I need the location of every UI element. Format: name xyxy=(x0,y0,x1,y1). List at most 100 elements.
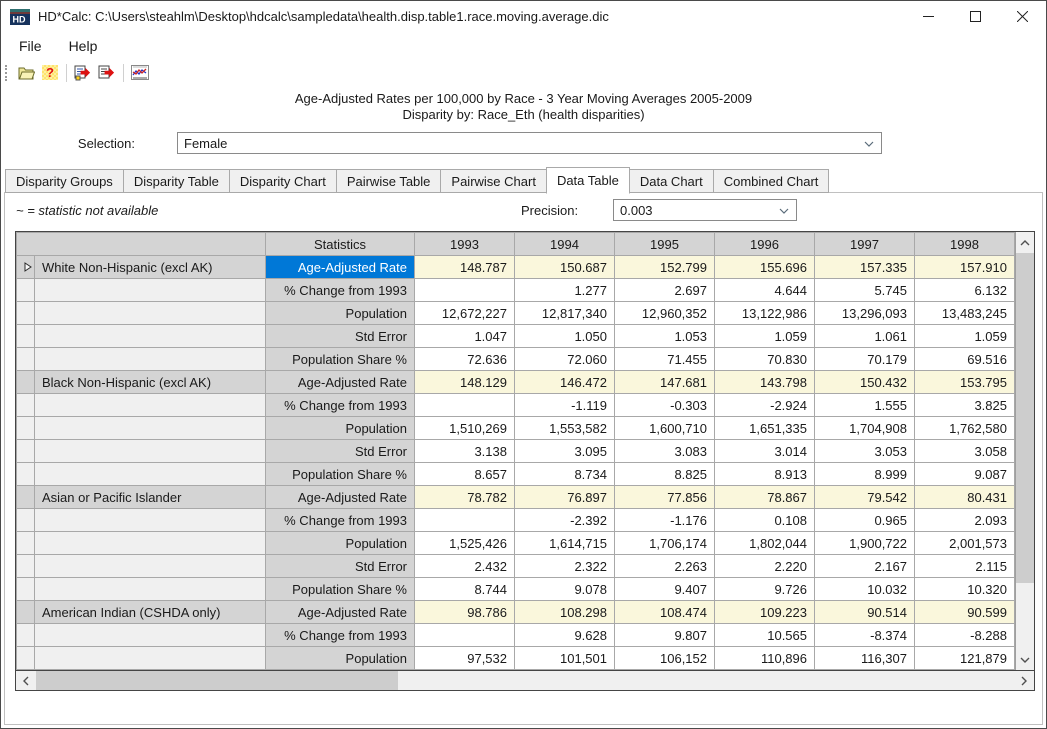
value-cell[interactable]: 0.965 xyxy=(815,509,915,532)
statistic-label-cell[interactable]: % Change from 1993 xyxy=(266,624,415,647)
value-cell[interactable]: 8.913 xyxy=(715,463,815,486)
group-cell[interactable] xyxy=(35,647,266,670)
value-cell[interactable] xyxy=(415,509,515,532)
value-cell[interactable]: 157.910 xyxy=(915,256,1015,279)
value-cell[interactable]: 4.644 xyxy=(715,279,815,302)
value-cell[interactable]: 12,817,340 xyxy=(515,302,615,325)
value-cell[interactable]: 1,553,582 xyxy=(515,417,615,440)
value-cell[interactable]: 3.058 xyxy=(915,440,1015,463)
value-cell[interactable]: 1,600,710 xyxy=(615,417,715,440)
value-cell[interactable]: 10.032 xyxy=(815,578,915,601)
scroll-down-button[interactable] xyxy=(1016,649,1034,670)
value-cell[interactable]: 1.061 xyxy=(815,325,915,348)
menu-help[interactable]: Help xyxy=(69,38,98,54)
group-cell[interactable]: Black Non-Hispanic (excl AK) xyxy=(35,371,266,394)
row-indicator-cell[interactable] xyxy=(17,578,35,601)
value-cell[interactable]: 1.059 xyxy=(915,325,1015,348)
value-cell[interactable]: 13,122,986 xyxy=(715,302,815,325)
vertical-scroll-thumb[interactable] xyxy=(1016,253,1034,583)
value-cell[interactable]: 3.053 xyxy=(815,440,915,463)
value-cell[interactable]: 3.083 xyxy=(615,440,715,463)
value-cell[interactable]: 70.179 xyxy=(815,348,915,371)
column-header-statistics[interactable]: Statistics xyxy=(266,233,415,256)
tab-pairwise-table[interactable]: Pairwise Table xyxy=(337,169,442,193)
group-cell[interactable] xyxy=(35,440,266,463)
horizontal-scrollbar[interactable] xyxy=(16,670,1034,690)
row-indicator-cell[interactable] xyxy=(17,279,35,302)
statistic-label-cell[interactable]: Age-Adjusted Rate xyxy=(266,601,415,624)
value-cell[interactable]: -1.119 xyxy=(515,394,615,417)
row-indicator-cell[interactable] xyxy=(17,555,35,578)
scroll-right-button[interactable] xyxy=(1014,671,1034,690)
value-cell[interactable]: 0.108 xyxy=(715,509,815,532)
statistic-label-cell[interactable]: % Change from 1993 xyxy=(266,394,415,417)
value-cell[interactable]: 6.132 xyxy=(915,279,1015,302)
value-cell[interactable]: 3.825 xyxy=(915,394,1015,417)
row-indicator-cell[interactable] xyxy=(17,348,35,371)
value-cell[interactable]: 76.897 xyxy=(515,486,615,509)
maximize-button[interactable] xyxy=(952,1,999,32)
value-cell[interactable]: 155.696 xyxy=(715,256,815,279)
group-cell[interactable] xyxy=(35,578,266,601)
chart-button[interactable] xyxy=(128,62,152,84)
value-cell[interactable]: 9.628 xyxy=(515,624,615,647)
group-cell[interactable]: White Non-Hispanic (excl AK) xyxy=(35,256,266,279)
value-cell[interactable]: -0.303 xyxy=(615,394,715,417)
group-cell[interactable] xyxy=(35,555,266,578)
vertical-scrollbar[interactable] xyxy=(1015,232,1034,670)
row-indicator-cell[interactable] xyxy=(17,302,35,325)
value-cell[interactable]: -1.176 xyxy=(615,509,715,532)
value-cell[interactable]: 70.830 xyxy=(715,348,815,371)
value-cell[interactable]: 1,525,426 xyxy=(415,532,515,555)
row-indicator-cell[interactable] xyxy=(17,256,35,279)
tab-disparity-table[interactable]: Disparity Table xyxy=(124,169,230,193)
value-cell[interactable]: 150.432 xyxy=(815,371,915,394)
group-cell[interactable]: American Indian (CSHDA only) xyxy=(35,601,266,624)
value-cell[interactable]: 13,296,093 xyxy=(815,302,915,325)
row-indicator-cell[interactable] xyxy=(17,509,35,532)
value-cell[interactable]: 2.115 xyxy=(915,555,1015,578)
statistic-label-cell[interactable]: Population xyxy=(266,417,415,440)
value-cell[interactable]: 3.014 xyxy=(715,440,815,463)
column-header-1993[interactable]: 1993 xyxy=(415,233,515,256)
group-cell[interactable]: Asian or Pacific Islander xyxy=(35,486,266,509)
value-cell[interactable]: 109.223 xyxy=(715,601,815,624)
value-cell[interactable]: 12,672,227 xyxy=(415,302,515,325)
value-cell[interactable]: 9.087 xyxy=(915,463,1015,486)
column-header-1994[interactable]: 1994 xyxy=(515,233,615,256)
value-cell[interactable]: 1.059 xyxy=(715,325,815,348)
tab-combined-chart[interactable]: Combined Chart xyxy=(714,169,830,193)
value-cell[interactable]: 1,704,908 xyxy=(815,417,915,440)
row-indicator-cell[interactable] xyxy=(17,624,35,647)
group-cell[interactable] xyxy=(35,417,266,440)
value-cell[interactable]: -8.288 xyxy=(915,624,1015,647)
toolbar-grip[interactable] xyxy=(5,65,8,81)
value-cell[interactable]: 8.825 xyxy=(615,463,715,486)
column-header-1998[interactable]: 1998 xyxy=(915,233,1015,256)
statistic-label-cell[interactable]: % Change from 1993 xyxy=(266,279,415,302)
group-cell[interactable] xyxy=(35,532,266,555)
value-cell[interactable]: 1.053 xyxy=(615,325,715,348)
value-cell[interactable]: 98.786 xyxy=(415,601,515,624)
statistic-label-cell[interactable]: Population Share % xyxy=(266,348,415,371)
value-cell[interactable]: 8.657 xyxy=(415,463,515,486)
value-cell[interactable]: 148.787 xyxy=(415,256,515,279)
precision-combobox[interactable]: 0.003 xyxy=(613,199,797,221)
value-cell[interactable]: 2.697 xyxy=(615,279,715,302)
value-cell[interactable]: 2.322 xyxy=(515,555,615,578)
scroll-left-button[interactable] xyxy=(16,671,36,690)
statistic-label-cell[interactable]: Std Error xyxy=(266,440,415,463)
value-cell[interactable]: 143.798 xyxy=(715,371,815,394)
minimize-button[interactable] xyxy=(905,1,952,32)
value-cell[interactable] xyxy=(415,394,515,417)
value-cell[interactable]: 152.799 xyxy=(615,256,715,279)
value-cell[interactable]: 157.335 xyxy=(815,256,915,279)
tab-disparity-chart[interactable]: Disparity Chart xyxy=(230,169,337,193)
value-cell[interactable]: 69.516 xyxy=(915,348,1015,371)
value-cell[interactable]: 10.565 xyxy=(715,624,815,647)
value-cell[interactable]: 78.867 xyxy=(715,486,815,509)
statistic-label-cell[interactable]: % Change from 1993 xyxy=(266,509,415,532)
group-cell[interactable] xyxy=(35,509,266,532)
horizontal-scroll-thumb[interactable] xyxy=(36,671,398,690)
column-header-1995[interactable]: 1995 xyxy=(615,233,715,256)
